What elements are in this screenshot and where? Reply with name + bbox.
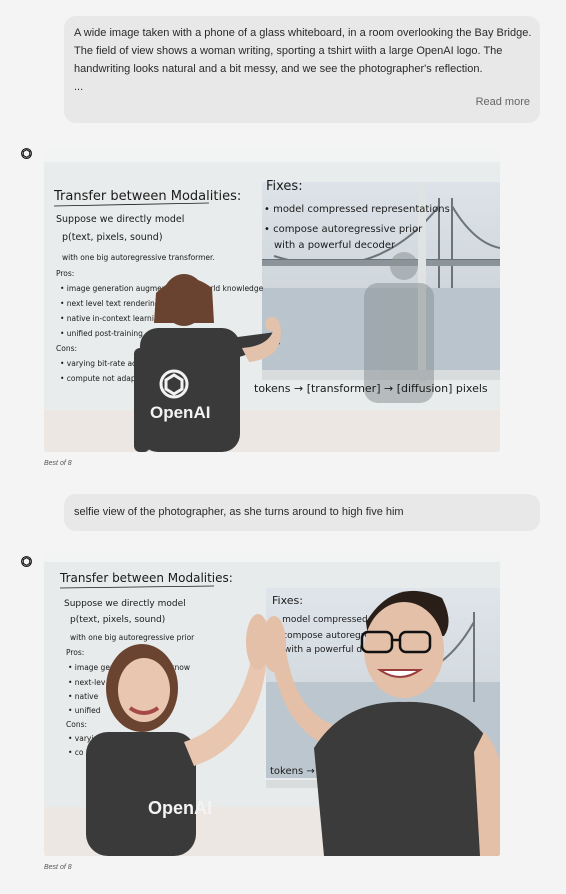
whiteboard-line: • unified (68, 706, 101, 715)
whiteboard-line: • co (68, 748, 84, 757)
openai-logo-icon (21, 556, 32, 567)
generated-image-selfie[interactable]: Transfer between Modalities: Suppose we … (44, 552, 500, 856)
whiteboard-line: with one big autoregressive transformer. (62, 253, 215, 262)
image-caption: Best of 8 (44, 864, 72, 871)
whiteboard-line: Suppose we directly model (64, 599, 186, 609)
image-caption: Best of 8 (44, 460, 72, 467)
whiteboard-title: Transfer between Modalities: (59, 571, 233, 585)
whiteboard-line: p(text, pixels, sound) (62, 232, 163, 243)
generated-image-whiteboard[interactable]: Transfer between Modalities: Suppose we … (44, 148, 500, 452)
whiteboard-line: Cons: (66, 720, 87, 729)
shirt-logo-text: OpenAI (148, 798, 212, 818)
whiteboard-title: Transfer between Modalities: (53, 189, 241, 204)
user-prompt-bubble: A wide image taken with a phone of a gla… (64, 16, 540, 123)
fixes-title: Fixes: (266, 179, 303, 194)
whiteboard-line: Pros: (66, 648, 84, 657)
pipeline-text: tokens → [transformer] → [diffusion] pix… (254, 382, 488, 395)
prompt-text: selfie view of the photographer, as she … (74, 506, 404, 518)
prompt-text-line: A wide image taken with a phone of a gla… (74, 27, 532, 39)
whiteboard-line: • unified post-training (60, 329, 143, 338)
prompt-text-line: ... (74, 81, 84, 93)
user-prompt-bubble: selfie view of the photographer, as she … (64, 494, 540, 531)
fixes-line: • compose autoregressive prior (264, 224, 423, 235)
whiteboard-line: • native (68, 692, 99, 701)
whiteboard-line: with one big autoregressive prior (70, 633, 195, 642)
shirt-logo-text: OpenAI (150, 403, 210, 422)
prompt-text-line: The field of view shows a woman writing,… (74, 45, 503, 57)
whiteboard-line: • next level text rendering (60, 299, 160, 308)
openai-logo-icon (21, 148, 32, 159)
fixes-line: with a powerful decoder (274, 240, 396, 251)
read-more-link[interactable]: Read more (476, 93, 530, 111)
whiteboard-line: • native in-context learning (60, 314, 164, 323)
whiteboard-line: Cons: (56, 344, 77, 353)
whiteboard-line: Suppose we directly model (56, 214, 184, 225)
whiteboard-line: • next-lev (68, 678, 106, 687)
whiteboard-line: Pros: (56, 269, 74, 278)
whiteboard-line: p(text, pixels, sound) (70, 615, 165, 625)
fixes-title: Fixes: (272, 594, 303, 607)
prompt-text-line: handwriting looks natural and a bit mess… (74, 63, 483, 75)
fixes-line: • model compressed representations (264, 204, 450, 215)
fixes-line: with a powerful d (284, 645, 362, 655)
